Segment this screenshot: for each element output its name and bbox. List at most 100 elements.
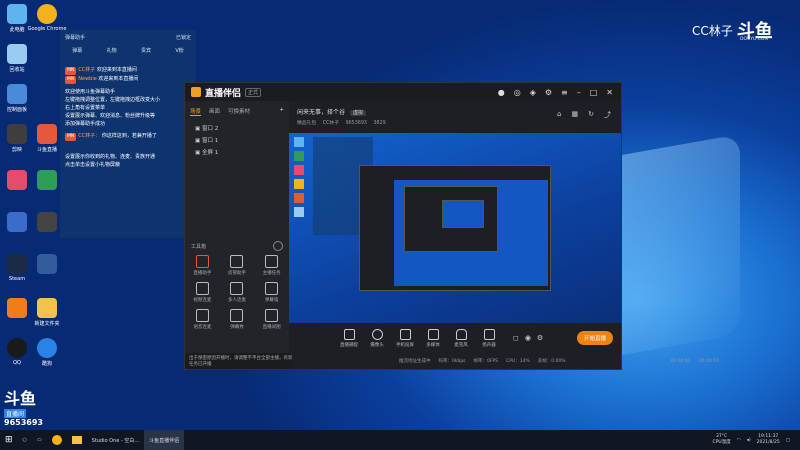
refresh-icon[interactable]: ↻ [588, 110, 594, 120]
tool-item[interactable]: 直播间图 [254, 309, 289, 330]
desktop-icon-app-orange[interactable] [2, 298, 32, 318]
media-button[interactable]: 多媒体 [419, 328, 447, 348]
tool-item[interactable]: 弹幕墙 [254, 282, 289, 303]
settings-icon[interactable]: ⚙ [545, 88, 552, 97]
add-scene-icon[interactable]: + [279, 107, 284, 116]
desktop-icon-steam[interactable]: Steam [2, 254, 32, 282]
desktop-icon-douyu[interactable]: 斗鱼直播 [32, 124, 62, 153]
desktop-icon-kugou[interactable]: 酷狗 [32, 338, 62, 367]
taskbar-studio-one[interactable]: Studio One - 空白... [87, 430, 144, 450]
source-item[interactable]: ▣ 窗口 2 [185, 122, 289, 134]
main-area: 闲来无事，择个谷 虚拟 精品礼包 CC林子 9653693 3829 ⌂ ▦ ↻… [289, 101, 719, 369]
speaker-button[interactable]: 扬声器 [475, 328, 503, 348]
chat-message: MN Newbie 欢迎来到本直播间 [65, 76, 139, 84]
douyu-live-companion-window[interactable]: 直播伴侣 正式 ● ◎ ◈ ⚙ ≡ – □ ✕ 场景 画面 可换素材 + ▣ 窗… [184, 82, 719, 370]
chat-lock-status[interactable]: 已锁定 [176, 34, 191, 41]
avatar[interactable]: ● [498, 88, 505, 97]
desktop-icon-qq[interactable]: QQ [2, 338, 32, 366]
start-button[interactable]: ⊞ [0, 430, 18, 450]
minimize-icon[interactable]: – [577, 88, 581, 97]
desktop-icon-app-studio[interactable] [32, 212, 62, 232]
room-toolbar: ⌂ ▦ ↻ ⤴ [557, 110, 611, 120]
gift-icon[interactable]: ◈ [530, 88, 536, 97]
chat-tabs: 弹幕 礼物 贵宾 V粉 [60, 45, 196, 56]
camera-button[interactable]: 摄像头 [363, 328, 391, 348]
chat-message: MN CC林子 欢迎来到本直播间 [65, 67, 137, 75]
taskbar-chrome-icon[interactable] [47, 430, 67, 450]
room-streamer-name: CC林子 [322, 121, 340, 126]
start-live-button[interactable]: 开始直播 [576, 331, 613, 345]
close-icon[interactable]: ✕ [606, 88, 613, 97]
desktop-icon-chrome[interactable]: Google Chrome [28, 4, 66, 32]
danmu-helper-panel[interactable]: 弹幕助手 已锁定 弹幕 礼物 贵宾 V粉 MN CC林子 欢迎来到本直播间 MN N… [60, 30, 196, 238]
window-controls: ● ◎ ◈ ⚙ ≡ – □ ✕ [498, 88, 613, 97]
source-item[interactable]: ▣ 全屏 1 [185, 146, 289, 158]
capture-button[interactable]: 直播捕捉 [335, 328, 363, 348]
menu-icon[interactable]: ≡ [561, 88, 568, 97]
chat-messages: MN CC林子 欢迎来到本直播间 MN Newbie 欢迎来到本直播间 欢迎使用斗鱼… [60, 66, 196, 169]
chat-message: MN CC林子： 你这样这到，若兼开播了 [65, 133, 157, 141]
clock[interactable]: 19:11:37 2021/8/25 [757, 434, 780, 446]
record-icon[interactable]: ◻ [513, 334, 519, 342]
chat-message: 欢迎使用斗鱼弹幕助手 [65, 89, 116, 95]
chat-tab-fans[interactable]: V粉 [175, 47, 183, 54]
watermark-site: DOUYU.COM [740, 37, 769, 42]
tool-item[interactable]: 主播任务 [254, 255, 289, 276]
chat-message: 设置展示你收到的礼物、连麦、贵族开通 [65, 154, 156, 160]
tab-materials[interactable]: 可换素材 [228, 107, 250, 116]
source-item[interactable]: ▣ 窗口 1 [185, 134, 289, 146]
live-preview[interactable] [289, 133, 621, 323]
desktop-icon-app-red[interactable] [2, 170, 32, 190]
taskbar-douyu[interactable]: 斗鱼直播伴侣 [144, 430, 185, 450]
microphone-button[interactable]: 麦克风 [447, 328, 475, 348]
volume-icon[interactable]: ◂) [747, 438, 751, 443]
tab-picture[interactable]: 画面 [209, 107, 220, 116]
chat-tab-gift[interactable]: 礼物 [107, 47, 117, 54]
tools-grid: 直播助手 房管助手 主播任务 视频连麦 多人连麦 弹幕墙 语音连麦 弹幕秀 直播… [185, 255, 289, 330]
app-name: 直播伴侣 [205, 88, 242, 99]
network-icon[interactable]: ◠ [737, 438, 741, 443]
desktop-icon-app-bird[interactable] [32, 254, 62, 274]
toolbox-label: 工具箱 [191, 244, 207, 250]
desktop-icon-folder[interactable]: 新建文件夹 [32, 298, 62, 327]
tool-item[interactable]: 直播助手 [185, 255, 220, 276]
maximize-icon[interactable]: □ [590, 88, 598, 97]
notification-icon[interactable]: ▢ [786, 438, 790, 443]
task-view-icon[interactable]: ▭ [32, 430, 47, 450]
scene-panel: 场景 画面 可换素材 + ▣ 窗口 2 ▣ 窗口 1 ▣ 全屏 1 工具箱 直播… [185, 101, 293, 369]
eye-icon[interactable]: ◉ [525, 334, 531, 342]
app-version-badge: 正式 [245, 87, 262, 97]
desktop-icon-app-blue[interactable] [2, 212, 32, 232]
tool-item[interactable]: 视频连麦 [185, 282, 220, 303]
chat-icon[interactable]: ◎ [514, 88, 521, 97]
tool-item[interactable]: 语音连麦 [185, 309, 220, 330]
weather-widget[interactable]: 27°C CPU温度 [713, 434, 731, 446]
share-icon[interactable]: ⤴ [604, 110, 611, 120]
settings-gear-icon[interactable]: ⚙ [537, 334, 543, 342]
desktop-icon-app-colorful[interactable] [32, 170, 62, 190]
toolbox-toggle-icon[interactable] [273, 241, 283, 251]
desktop-icon-capcut[interactable]: 剪映 [2, 124, 32, 153]
search-icon[interactable]: ○ [18, 430, 32, 450]
chat-message: 右上角有设置菜单 [65, 105, 106, 111]
chat-tab-vip[interactable]: 贵宾 [141, 47, 151, 54]
lock-icon[interactable]: ⌂ [557, 110, 561, 120]
preview-nested-window [359, 165, 551, 291]
desktop-icon-recycle-bin[interactable]: 回收站 [2, 44, 32, 73]
tool-item[interactable]: 房管助手 [220, 255, 255, 276]
room-gift-pack[interactable]: 精品礼包 [297, 121, 316, 126]
room-title[interactable]: 闲来无事，择个谷 [297, 109, 345, 116]
room-tag[interactable]: 虚拟 [349, 110, 366, 116]
system-tray: 27°C CPU温度 ◠ ◂) 19:11:37 2021/8/25 ▢ [713, 434, 800, 446]
tab-scene[interactable]: 场景 [190, 107, 202, 116]
chat-message: 左键拖拽调整位置，左键拖拽边框改变大小 [65, 97, 161, 103]
layout-icon[interactable]: ▦ [572, 110, 579, 120]
desktop-icon-control-panel[interactable]: 控制面板 [2, 84, 32, 113]
app-logo-icon [191, 87, 201, 97]
phone-cast-button[interactable]: 手机投屏 [391, 328, 419, 348]
taskbar-explorer-icon[interactable] [67, 430, 87, 450]
preview-desktop-icons [289, 133, 311, 323]
tool-item[interactable]: 弹幕秀 [220, 309, 255, 330]
chat-tab-danmu[interactable]: 弹幕 [72, 47, 82, 54]
tool-item[interactable]: 多人连麦 [220, 282, 255, 303]
